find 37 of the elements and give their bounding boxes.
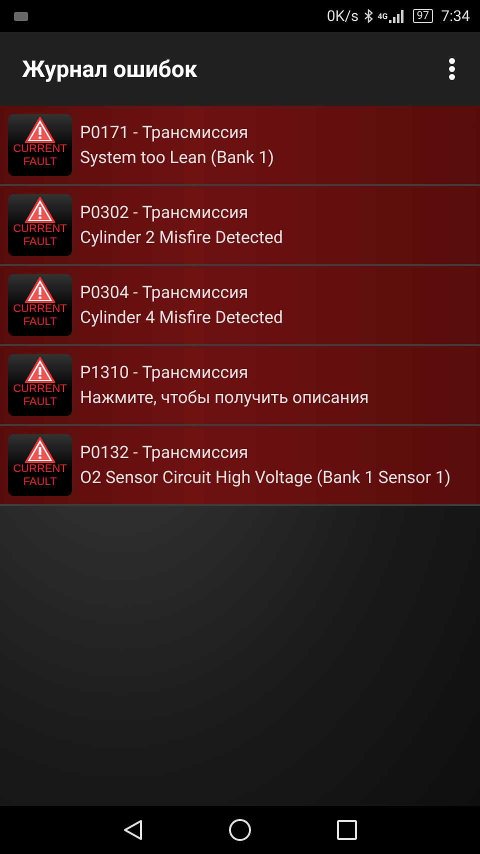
warning-icon <box>25 117 55 143</box>
network-speed: 0K/s <box>326 7 359 25</box>
warning-icon <box>25 437 55 463</box>
current-fault-badge: CURRENT FAULT <box>8 114 72 176</box>
current-fault-badge: CURRENT FAULT <box>8 434 72 496</box>
fault-list-item[interactable]: CURRENT FAULT P0171 - Трансмиссия System too Lean (Bank 1) <box>0 106 480 186</box>
fault-description: System too Lean (Bank 1) <box>80 146 274 168</box>
fault-list-item[interactable]: CURRENT FAULT P1310 - Трансмиссия Нажмите, чтобы получить описания <box>0 346 480 426</box>
home-icon[interactable] <box>228 818 252 842</box>
fault-list-item[interactable]: CURRENT FAULT P0132 - Трансмиссия O2 Sensor Circuit High Voltage (Bank 1 Sensor 1) <box>0 426 480 506</box>
fault-code: P0171 - Трансмиссия <box>80 122 250 144</box>
recents-icon[interactable] <box>337 820 358 840</box>
back-icon[interactable] <box>122 819 143 841</box>
fault-description: Нажмите, чтобы получить описания <box>80 386 369 408</box>
screen-title: Журнал ошибок <box>22 56 198 82</box>
signal-icon <box>388 10 405 22</box>
fault-code: P1310 - Трансмиссия <box>80 362 250 384</box>
warning-icon <box>25 357 55 383</box>
fault-code: P0302 - Трансмиссия <box>80 202 250 224</box>
fault-description: Cylinder 2 Misfire Detected <box>80 226 283 248</box>
warning-icon <box>25 197 55 223</box>
current-fault-badge: CURRENT FAULT <box>8 354 72 416</box>
warning-icon <box>25 277 55 303</box>
notification-icon <box>14 12 28 20</box>
current-fault-badge: CURRENT FAULT <box>8 194 72 256</box>
fault-list-item[interactable]: CURRENT FAULT P0304 - Трансмиссия Cylinder 4 Misfire Detected <box>0 266 480 346</box>
network-type: 4G <box>378 12 388 20</box>
current-fault-badge: CURRENT FAULT <box>8 274 72 336</box>
more-options-icon[interactable] <box>448 57 456 81</box>
battery-level: 97 <box>412 9 434 23</box>
fault-description: O2 Sensor Circuit High Voltage (Bank 1 Sensor 1) <box>80 466 451 488</box>
fault-description: Cylinder 4 Misfire Detected <box>80 306 283 328</box>
fault-code: P0132 - Трансмиссия <box>80 442 250 464</box>
bluetooth-icon <box>364 9 373 23</box>
fault-list-item[interactable]: CURRENT FAULT P0302 - Трансмиссия Cylinder 2 Misfire Detected <box>0 186 480 266</box>
clock: 7:34 <box>441 7 470 25</box>
fault-code: P0304 - Трансмиссия <box>80 282 250 304</box>
